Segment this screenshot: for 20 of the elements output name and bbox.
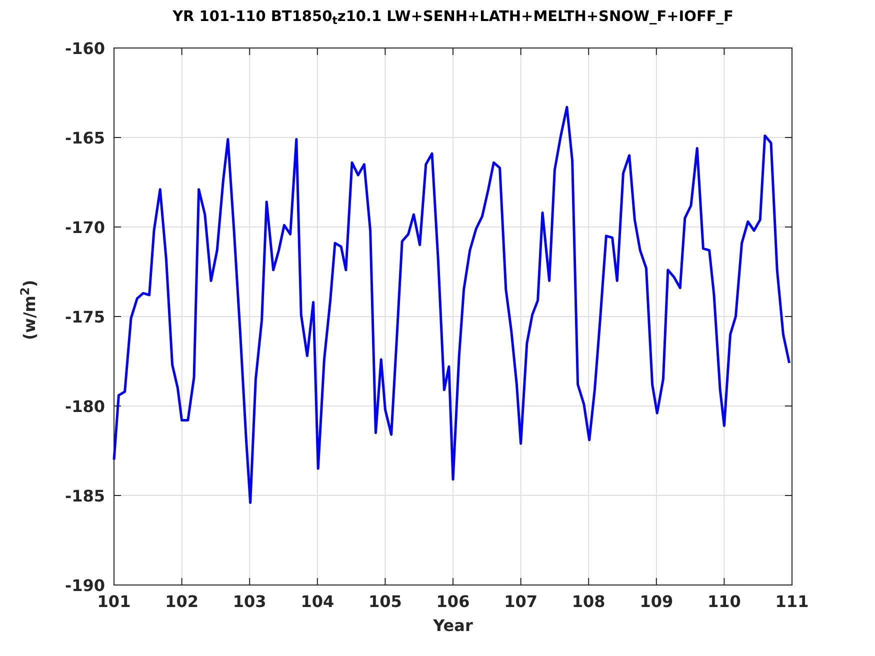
x-tick-label: 106	[436, 592, 470, 611]
x-tick-label: 108	[572, 592, 606, 611]
x-tick-label: 110	[708, 592, 741, 611]
x-tick-label: 101	[97, 592, 131, 611]
y-tick-label: -180	[64, 397, 105, 416]
x-tick-label: 104	[300, 592, 334, 611]
chart-title: YR 101-110 BT1850$_{t}$z10.1 LW+SENH+LATH+MELTH+SNOW_F+IOFF_F	[172, 8, 734, 29]
y-tick-label: -165	[64, 128, 105, 148]
y-tick-label: -185	[64, 486, 105, 506]
y-tick-label: -160	[64, 39, 105, 58]
x-tick-label: 103	[232, 592, 266, 611]
y-tick-label: -175	[64, 308, 105, 326]
y-tick-label: -170	[64, 218, 105, 237]
x-axis-label: Year	[433, 615, 473, 637]
x-tick-label: 111	[775, 592, 809, 611]
x-tick-label: 107	[504, 592, 538, 611]
x-tick-label: 102	[165, 592, 198, 611]
y-tick-label: -190	[64, 576, 105, 595]
x-tick-label: 105	[368, 592, 402, 611]
x-tick-label: 109	[640, 592, 674, 611]
